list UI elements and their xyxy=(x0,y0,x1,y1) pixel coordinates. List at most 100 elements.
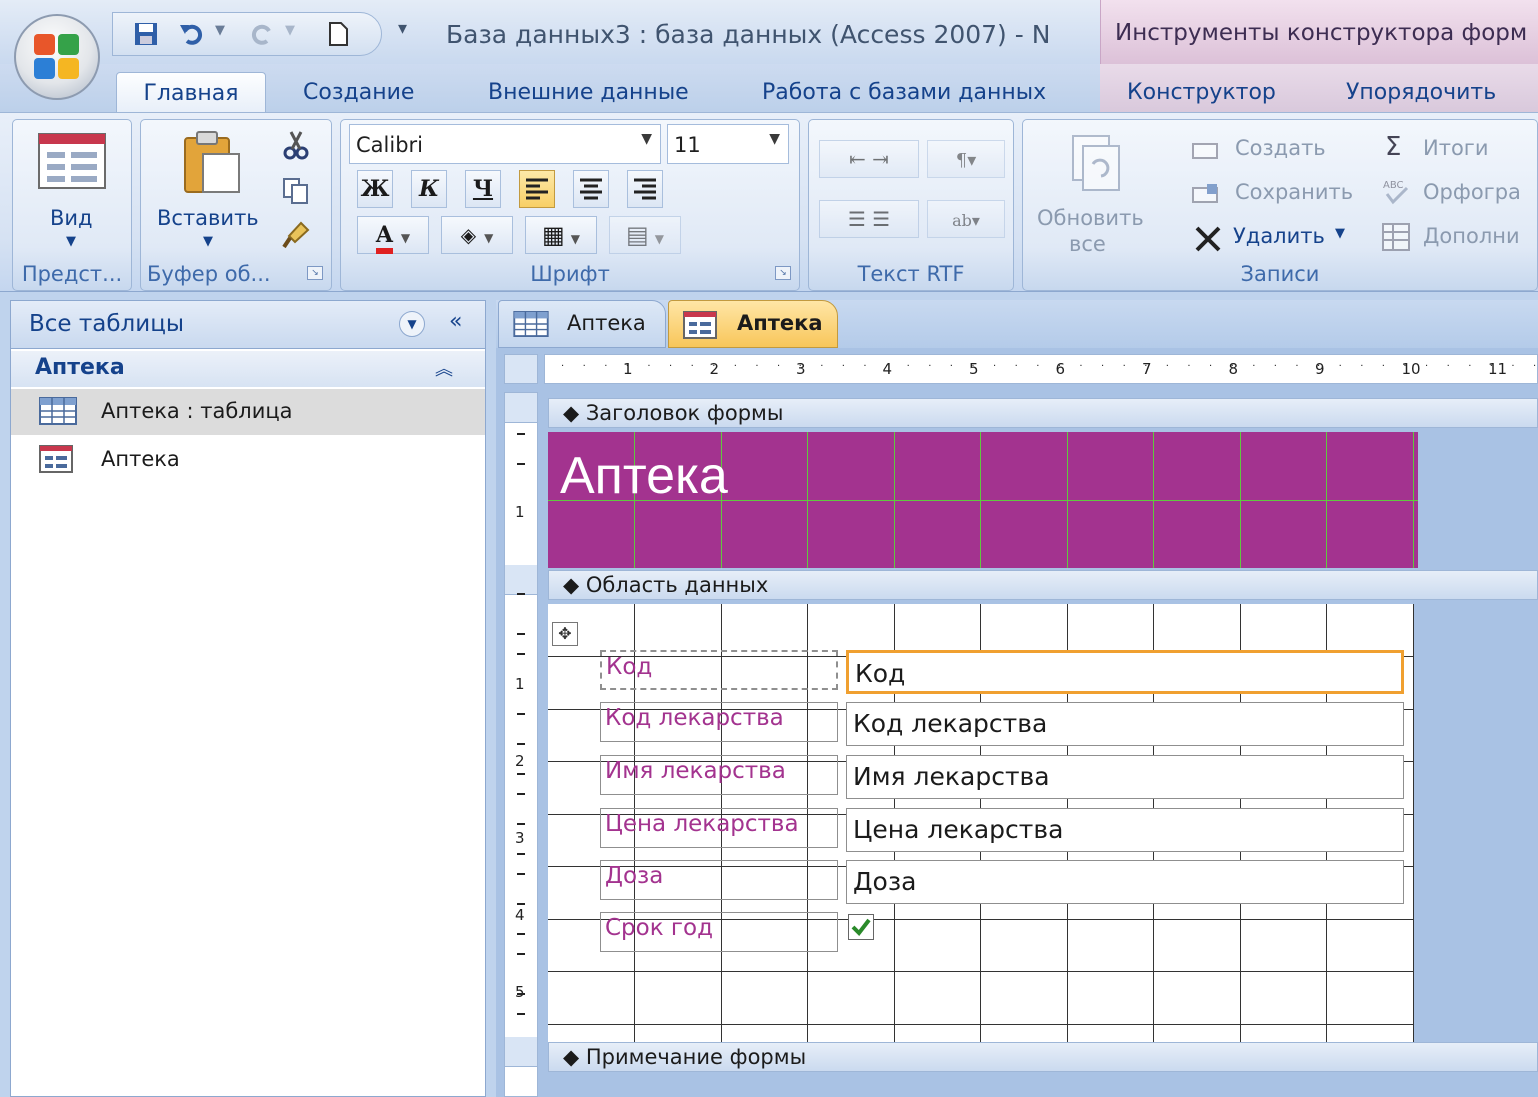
refresh-all-icon[interactable] xyxy=(1069,134,1125,194)
paragraph-direction-button[interactable]: ¶▾ xyxy=(927,140,1005,178)
field-label-kod[interactable]: Код xyxy=(600,650,838,690)
field-control-drug-price[interactable]: Цена лекарства xyxy=(846,808,1404,852)
italic-button[interactable]: К xyxy=(411,170,447,208)
tab-database-tools[interactable]: Работа с базами данных xyxy=(762,72,1046,112)
undo-icon[interactable] xyxy=(179,21,205,47)
spelling-icon[interactable]: ABC xyxy=(1381,176,1411,206)
nav-group-header[interactable]: Аптека ︽ xyxy=(11,351,485,387)
tab-create[interactable]: Создание xyxy=(303,72,414,112)
more-icon[interactable] xyxy=(1381,222,1411,252)
highlight-icon: ab▾ xyxy=(952,211,980,230)
redo-dropdown-icon[interactable]: ▼ xyxy=(285,23,295,38)
nav-item-table[interactable]: Аптека : таблица xyxy=(11,389,485,435)
ruler-tick xyxy=(517,873,525,875)
more-button[interactable]: Дополни xyxy=(1423,224,1520,248)
new-document-icon[interactable] xyxy=(325,21,351,47)
shutter-bar-close-icon[interactable]: « xyxy=(449,309,462,334)
delete-dropdown-icon[interactable]: ▼ xyxy=(1335,226,1345,241)
gridlines-button[interactable]: ▦ ▼ xyxy=(525,216,597,254)
nav-item-form[interactable]: Аптека xyxy=(11,437,485,483)
ruler-tick: · xyxy=(1036,361,1040,372)
field-label-drug-code[interactable]: Код лекарства xyxy=(600,702,838,742)
field-label-dose[interactable]: Доза xyxy=(600,860,838,900)
field-control-drug-code[interactable]: Код лекарства xyxy=(846,702,1404,746)
view-dropdown-icon[interactable]: ▼ xyxy=(66,234,76,249)
fill-color-button[interactable]: ◈ ▼ xyxy=(441,216,513,254)
field-control-dose[interactable]: Доза xyxy=(846,860,1404,904)
refresh-all-button[interactable]: Обновить xyxy=(1037,206,1144,230)
undo-dropdown-icon[interactable]: ▼ xyxy=(215,23,225,38)
format-painter-icon[interactable] xyxy=(281,220,311,250)
clipboard-group: Вставить ▼ Буфер об... ↘ xyxy=(140,119,332,291)
nav-pane-header[interactable]: Все таблицы ▼ « xyxy=(11,301,485,349)
delete-button[interactable]: Удалить xyxy=(1233,224,1325,248)
header-section-selector[interactable] xyxy=(505,393,537,423)
paste-icon[interactable] xyxy=(179,130,243,196)
copy-icon[interactable] xyxy=(281,176,311,206)
form-header-bar[interactable]: ◆ Заголовок формы xyxy=(548,398,1538,428)
save-record-button[interactable]: Сохранить xyxy=(1235,180,1353,204)
footer-section-selector[interactable] xyxy=(505,1037,537,1067)
align-center-button[interactable] xyxy=(573,170,609,208)
highlight-button[interactable]: ab▾ xyxy=(927,200,1005,238)
save-icon[interactable] xyxy=(133,21,159,47)
field-label-expiry[interactable]: Срок год xyxy=(600,912,838,952)
font-name-dropdown-icon[interactable]: ▼ xyxy=(641,131,652,147)
font-color-button[interactable]: A ▼ xyxy=(357,216,429,254)
nav-pane-menu-icon[interactable]: ▼ xyxy=(399,311,425,337)
customize-qat-icon[interactable]: ▾ xyxy=(398,18,407,39)
totals-button[interactable]: Итоги xyxy=(1423,136,1488,160)
font-launcher-icon[interactable]: ↘ xyxy=(775,266,791,280)
alternate-fill-button[interactable]: ▤ ▼ xyxy=(609,216,681,254)
align-left-button[interactable] xyxy=(519,170,555,208)
nav-item-label: Аптека : таблица xyxy=(101,399,293,423)
field-label-drug-price[interactable]: Цена лекарства xyxy=(600,808,838,848)
font-size-dropdown-icon[interactable]: ▼ xyxy=(769,131,780,147)
font-name-combo[interactable]: Calibri ▼ xyxy=(349,124,661,164)
new-record-icon[interactable] xyxy=(1191,136,1221,166)
detail-bar[interactable]: ◆ Область данных xyxy=(548,570,1538,600)
form-title-label[interactable]: Аптека xyxy=(560,446,728,506)
tab-external-data[interactable]: Внешние данные xyxy=(488,72,689,112)
align-right-button[interactable] xyxy=(627,170,663,208)
layout-move-handle-icon[interactable]: ✥ xyxy=(552,622,578,646)
field-control-kod[interactable]: Код xyxy=(846,650,1404,694)
ruler-tick: · xyxy=(820,361,824,372)
tab-design[interactable]: Конструктор xyxy=(1127,72,1276,112)
ruler-tick: · xyxy=(971,361,975,372)
paste-button[interactable]: Вставить xyxy=(157,206,259,230)
window-title: База данных3 : база данных (Access 2007)… xyxy=(446,20,1051,49)
paste-dropdown-icon[interactable]: ▼ xyxy=(203,234,213,249)
tab-arrange[interactable]: Упорядочить xyxy=(1346,72,1496,112)
expiry-checkbox[interactable] xyxy=(848,914,874,940)
field-control-drug-name[interactable]: Имя лекарства xyxy=(846,755,1404,799)
field-label-drug-name[interactable]: Имя лекарства xyxy=(600,755,838,795)
form-footer-bar[interactable]: ◆ Примечание формы xyxy=(548,1042,1538,1072)
collapse-group-icon[interactable]: ︽ xyxy=(435,355,453,381)
tab-home[interactable]: Главная xyxy=(116,72,266,112)
view-icon[interactable] xyxy=(37,132,107,192)
new-record-button[interactable]: Создать xyxy=(1235,136,1326,160)
indent-buttons[interactable]: ⇤ ⇥ xyxy=(819,140,919,178)
doc-tab-table[interactable]: Аптека xyxy=(498,300,666,348)
underline-button[interactable]: Ч xyxy=(465,170,501,208)
clipboard-group-label: Буфер об... xyxy=(147,262,271,286)
spelling-button[interactable]: Орфогра xyxy=(1423,180,1521,204)
redo-icon[interactable] xyxy=(249,21,275,47)
view-button[interactable]: Вид xyxy=(50,206,93,230)
ruler-tick: · xyxy=(1489,361,1493,372)
office-button[interactable] xyxy=(14,14,100,100)
detail-section-selector[interactable] xyxy=(505,565,537,595)
font-size-combo[interactable]: 11 ▼ xyxy=(667,124,789,164)
save-record-icon[interactable] xyxy=(1191,180,1221,210)
delete-icon[interactable] xyxy=(1193,224,1223,254)
ruler-tick: · xyxy=(561,361,565,372)
bold-button[interactable]: Ж xyxy=(357,170,393,208)
totals-icon[interactable]: Σ xyxy=(1385,132,1401,162)
doc-tab-form[interactable]: Аптека xyxy=(668,300,838,348)
form-selector[interactable] xyxy=(504,354,538,384)
cut-icon[interactable] xyxy=(281,130,311,160)
clipboard-launcher-icon[interactable]: ↘ xyxy=(307,266,323,280)
ruler-tick: · xyxy=(1533,361,1537,372)
list-buttons[interactable]: ☰ ☰ xyxy=(819,200,919,238)
